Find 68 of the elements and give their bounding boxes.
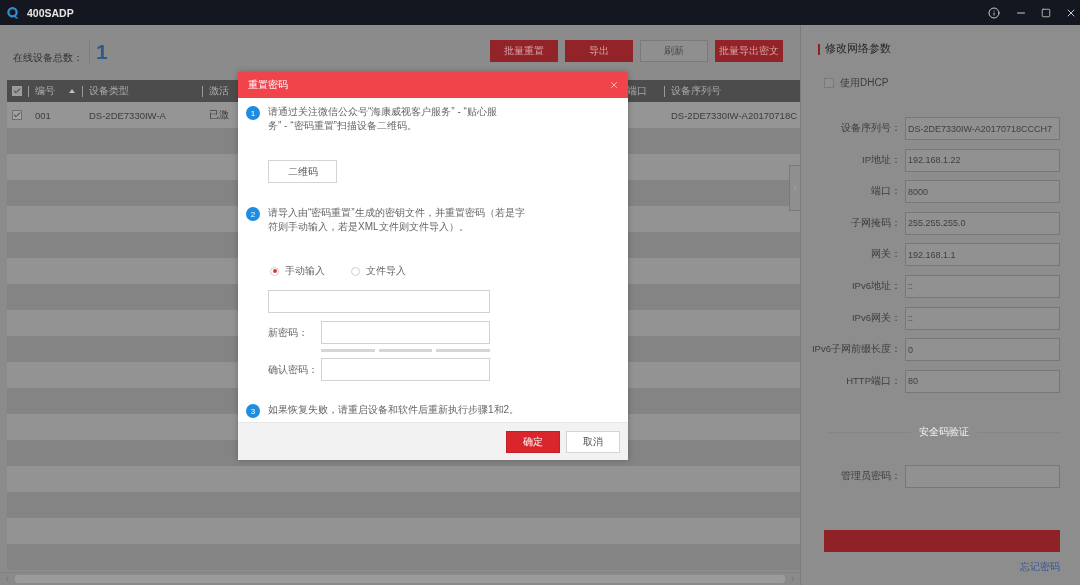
panel-title: 修改网络参数: [825, 42, 891, 56]
input-field[interactable]: ::: [905, 306, 1060, 330]
toolbar-button[interactable]: 批量重置: [490, 40, 558, 62]
column-header[interactable]: 设备类型: [82, 80, 131, 102]
step-text: 如果恢复失败，请重启设备和软件后重新执行步骤1和2。: [268, 403, 520, 417]
column-header[interactable]: 设备序列号: [664, 80, 723, 102]
input-field[interactable]: 8000: [905, 180, 1060, 204]
checkbox[interactable]: [12, 86, 22, 96]
horizontal-scrollbar[interactable]: [0, 572, 800, 585]
field-label: 新密码：: [268, 325, 309, 340]
dialog-close-button[interactable]: [608, 79, 620, 91]
step-number: 3: [246, 404, 260, 418]
chevron-right-icon: [791, 184, 799, 192]
field-label: 确认密码：: [268, 362, 319, 377]
dialog-button[interactable]: 取消: [566, 430, 620, 453]
maximize-icon: [1041, 7, 1051, 18]
field-label: IPv6地址：: [851, 279, 901, 293]
field-label: IP地址：: [861, 153, 901, 167]
title-accent-mark: [818, 43, 820, 55]
table-cell-text: DS-2DE7330IW-A20170718C: [670, 108, 799, 123]
dialog-button[interactable]: 确定: [506, 430, 560, 453]
input-field[interactable]: ::: [905, 274, 1060, 298]
field-label: 网关：: [870, 248, 901, 262]
radio-label[interactable]: 手动输入: [285, 264, 325, 278]
column-header[interactable]: 激活: [202, 80, 231, 102]
toolbar-button[interactable]: 批量导出密文: [715, 40, 783, 62]
forgot-password-link[interactable]: 忘记密码: [1020, 560, 1060, 574]
radio-label[interactable]: 文件导入: [366, 264, 406, 278]
field-label: HTTP端口：: [845, 374, 901, 388]
step-text: 请导入由“密码重置”生成的密钥文件，并重置密码（若是字符则手动输入，若是XML文件则文件导入）。: [268, 206, 526, 234]
dialog-title: 重置密码: [248, 78, 288, 92]
input-field[interactable]: 80: [905, 369, 1060, 393]
field-label: 子网掩码：: [850, 216, 901, 230]
input-field[interactable]: 192.168.1.22: [905, 148, 1060, 172]
step-number: 1: [246, 106, 260, 120]
online-count: 1: [89, 40, 108, 63]
checkbox-label[interactable]: 使用DHCP: [840, 76, 889, 90]
strength-segment: [436, 349, 490, 352]
online-count-label: 在线设备总数：: [13, 50, 83, 65]
toolbar-button[interactable]: 导出: [565, 40, 633, 62]
column-header[interactable]: 端口: [620, 80, 649, 102]
table-cell-text: DS-2DE7330IW-A: [88, 108, 167, 123]
field-label: IPv6网关：: [851, 311, 901, 325]
field-label: 设备序列号：: [840, 122, 901, 135]
close-icon: [609, 80, 619, 90]
column-header[interactable]: 编号: [28, 80, 77, 102]
input-field[interactable]: 0: [905, 338, 1060, 362]
password-field[interactable]: [905, 464, 1060, 488]
table-cell-text: 001: [34, 108, 52, 123]
input-field[interactable]: 255.255.255.0: [905, 211, 1060, 235]
strength-segment: [378, 349, 433, 352]
section-heading: 安全码验证: [919, 425, 969, 439]
app-logo-icon: [6, 6, 19, 19]
field-label: 端口：: [870, 185, 901, 199]
collapse-button[interactable]: [789, 165, 800, 211]
input-field[interactable]: DS-2DE7330IW-A20170718CCCH7: [905, 117, 1060, 140]
action-button[interactable]: [824, 529, 1060, 552]
checkbox[interactable]: [12, 110, 22, 120]
info-icon: [988, 6, 1000, 19]
strength-segment: [321, 349, 375, 352]
window-title: 400SADP: [27, 6, 74, 19]
field-label: IPv6子网前缀长度：: [811, 343, 901, 357]
key-input-field[interactable]: [268, 290, 490, 313]
qr-code-button[interactable]: 二维码: [268, 160, 337, 183]
field-label: 管理员密码：: [840, 469, 901, 483]
input-field[interactable]: 192.168.1.1: [905, 243, 1060, 267]
table-cell-text: 已激: [208, 107, 230, 122]
step-number: 2: [246, 207, 260, 221]
